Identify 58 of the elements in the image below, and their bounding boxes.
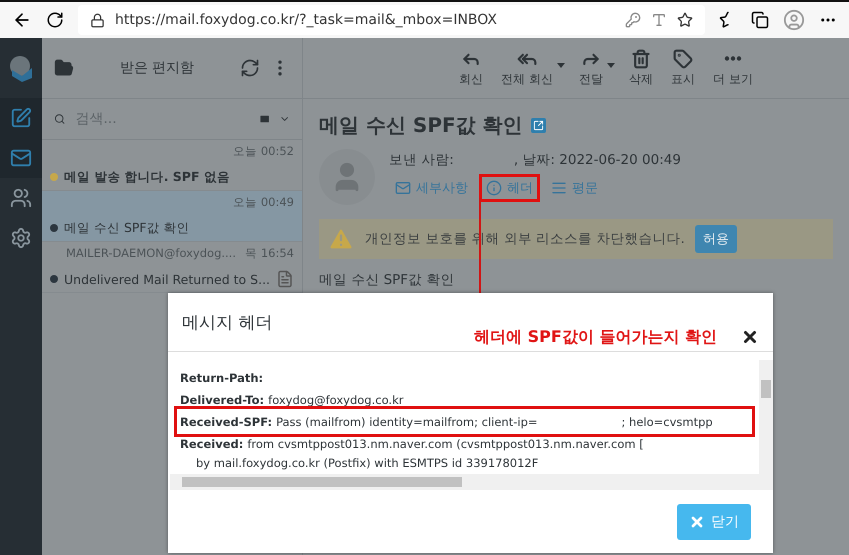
header-name: Received-SPF: xyxy=(180,414,272,428)
message-title: 메일 수신 SPF값 확인 xyxy=(319,112,523,138)
caret-icon[interactable] xyxy=(607,62,615,68)
header-name: Delivered-To: xyxy=(180,392,264,406)
allow-button[interactable]: 허용 xyxy=(694,225,737,253)
folder-title: 받은 편지함 xyxy=(118,59,196,77)
more-icon xyxy=(724,56,742,60)
mail-icon[interactable] xyxy=(0,138,42,178)
message-sender: MAILER-DAEMON@foxydog.... xyxy=(66,246,236,261)
profile-icon[interactable] xyxy=(783,9,805,31)
toolbar-button[interactable]: 전체 회신 xyxy=(495,48,567,88)
read-aloud-icon[interactable] xyxy=(651,12,667,28)
external-link-icon[interactable] xyxy=(530,118,546,132)
collections-icon[interactable] xyxy=(751,11,769,29)
message-date: , 날짜: 2022-06-20 00:49 xyxy=(514,151,681,169)
folder-icon[interactable] xyxy=(54,58,74,78)
trash-icon xyxy=(631,48,651,68)
key-icon[interactable] xyxy=(625,12,641,28)
compose-icon[interactable] xyxy=(0,98,42,138)
scrollbar-thumb[interactable] xyxy=(182,477,462,487)
message-time: 오늘 00:52 xyxy=(233,144,294,159)
close-icon xyxy=(689,514,705,530)
message-time: 오늘 00:49 xyxy=(233,195,294,210)
refresh-icon[interactable] xyxy=(240,58,260,78)
lock-icon[interactable] xyxy=(90,12,105,28)
reload-icon[interactable] xyxy=(46,11,64,29)
info-icon xyxy=(486,180,502,196)
header-value: ; helo=cvsmtpp xyxy=(622,414,713,428)
header-value: foxydog@foxydog.co.kr xyxy=(268,392,404,406)
toolbar-button[interactable]: 회신 xyxy=(453,48,490,88)
close-button[interactable]: 닫기 xyxy=(677,504,751,540)
message-body: 메일 수신 SPF값 확인 xyxy=(319,271,456,289)
message-subject: 메일 수신 SPF값 확인 xyxy=(64,220,191,236)
tag-icon xyxy=(673,48,693,68)
header-value: from cvsmtppost013.nm.naver.com (cvsmtppost013.nm.naver.com [ xyxy=(247,436,644,450)
close-button[interactable] xyxy=(741,328,759,346)
toolbar-button[interactable]: 표시 xyxy=(665,48,701,88)
scrollbar-thumb[interactable] xyxy=(761,380,771,398)
toolbar-button[interactable]: 더 보기 xyxy=(707,48,759,88)
toolbar-button[interactable]: 삭제 xyxy=(623,48,659,88)
dialog-title: 메시지 헤더 xyxy=(182,312,272,334)
header-name: Received: xyxy=(180,436,244,450)
header-name: Return-Path: xyxy=(180,370,264,384)
sender-label: 보낸 사람: xyxy=(389,151,454,169)
header-value: Pass (mailfrom) identity=mailfrom; client-ip= xyxy=(276,414,538,428)
star-icon[interactable] xyxy=(677,12,693,28)
toolbar-button[interactable]: 전달 xyxy=(573,48,617,88)
envelope-icon xyxy=(395,180,411,196)
header-value: by mail.foxydog.co.kr (Postfix) with ESMTPS id 339178012F xyxy=(195,456,540,470)
caret-icon[interactable] xyxy=(557,62,565,68)
close-icon xyxy=(741,328,759,346)
address-bar[interactable]: https://mail.foxydog.co.kr/?_task=mail&_mbox=INBOX xyxy=(78,5,705,35)
message-item[interactable]: 오늘 00:49 메일 수신 SPF값 확인 xyxy=(42,191,302,242)
lines-icon xyxy=(551,180,567,196)
message-subject: 메일 발송 합니다. SPF 없음 xyxy=(64,168,231,186)
message-time: 목 16:54 xyxy=(245,246,294,261)
annotation-text: 헤더에 SPF값이 들어가는지 확인 xyxy=(474,327,717,348)
message-subject: Undelivered Mail Returned to S... xyxy=(64,272,270,286)
